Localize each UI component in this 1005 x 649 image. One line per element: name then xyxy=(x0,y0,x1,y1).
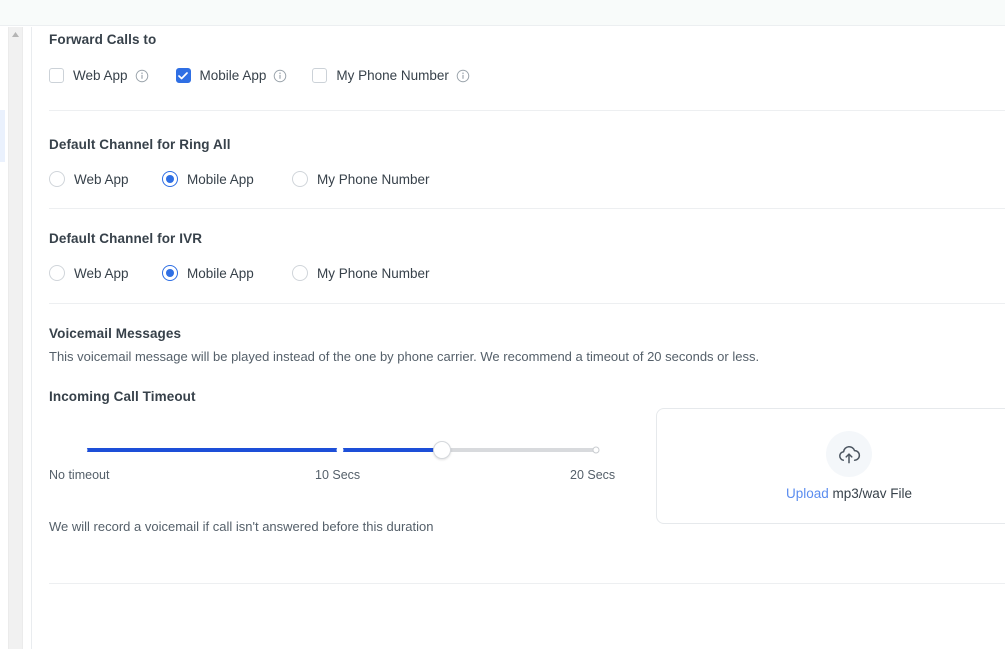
radio-option-ring-all-my-phone-number[interactable]: My Phone Number xyxy=(292,171,430,187)
slider-label-max: 20 Secs xyxy=(570,468,616,482)
slider-label-mid: 10 Secs xyxy=(315,468,361,482)
slider-mark-min[interactable] xyxy=(80,446,88,454)
checkbox-label-mobile-app: Mobile App xyxy=(199,68,267,83)
radio-label-ivr-web-app: Web App xyxy=(74,265,129,281)
section-title-ivr: Default Channel for IVR xyxy=(49,231,203,246)
section-forward-calls: Forward Calls to Web App Mobile App My P… xyxy=(49,32,470,83)
divider-2 xyxy=(49,208,1005,209)
divider-4 xyxy=(49,583,1005,584)
section-default-channel-ring-all: Default Channel for Ring All Web App Mob… xyxy=(49,137,430,187)
section-incoming-call-timeout: Incoming Call Timeout xyxy=(49,389,196,404)
radio-ivr-mobile-app[interactable] xyxy=(162,265,178,281)
radio-ring-all-web-app[interactable] xyxy=(49,171,65,187)
section-title-voicemail: Voicemail Messages xyxy=(49,326,182,341)
slider-fill xyxy=(84,448,443,452)
info-icon[interactable] xyxy=(456,69,470,83)
info-icon[interactable] xyxy=(273,69,287,83)
divider-1 xyxy=(49,110,1005,111)
checkbox-option-mobile-app[interactable]: Mobile App xyxy=(175,68,288,83)
radio-label-ring-all-my-phone-number: My Phone Number xyxy=(317,171,430,187)
voicemail-description: This voicemail message will be played in… xyxy=(49,349,760,364)
checkbox-web-app[interactable] xyxy=(49,68,64,83)
checkbox-mobile-app[interactable] xyxy=(175,68,191,83)
vertical-scrollbar[interactable] xyxy=(8,27,23,649)
upload-label: Upload mp3/wav File xyxy=(786,486,912,501)
slider-label-min: No timeout xyxy=(49,468,110,482)
slider-thumb[interactable] xyxy=(433,441,452,459)
caret-up-icon[interactable] xyxy=(9,27,22,42)
radio-ivr-my-phone-number[interactable] xyxy=(292,265,308,281)
slider-mark-max[interactable] xyxy=(592,446,600,454)
settings-panel: Forward Calls to Web App Mobile App My P… xyxy=(32,27,1005,649)
radio-ring-all-mobile-app[interactable] xyxy=(162,171,178,187)
top-strip xyxy=(0,0,1005,26)
upload-rest-text: mp3/wav File xyxy=(832,486,913,501)
radio-label-ring-all-mobile-app: Mobile App xyxy=(187,171,254,187)
left-edge-accent xyxy=(0,110,5,162)
radio-ring-all-my-phone-number[interactable] xyxy=(292,171,308,187)
info-icon[interactable] xyxy=(135,69,149,83)
section-title-incoming-call-timeout: Incoming Call Timeout xyxy=(49,389,196,404)
checkbox-label-my-phone-number: My Phone Number xyxy=(336,68,449,83)
incoming-call-timeout-footnote-wrap: We will record a voicemail if call isn't… xyxy=(49,519,433,534)
section-title-ring-all: Default Channel for Ring All xyxy=(49,137,231,152)
incoming-call-timeout-slider[interactable]: No timeout 10 Secs 20 Secs xyxy=(49,432,615,492)
cloud-upload-icon xyxy=(826,431,872,477)
divider-3 xyxy=(49,303,1005,304)
forward-calls-options: Web App Mobile App My Phone Number xyxy=(49,68,470,83)
section-voicemail-messages: Voicemail Messages This voicemail messag… xyxy=(49,326,759,364)
upload-link-text[interactable]: Upload xyxy=(786,486,829,501)
section-default-channel-ivr: Default Channel for IVR Web App Mobile A… xyxy=(49,231,430,281)
radio-option-ring-all-mobile-app[interactable]: Mobile App xyxy=(162,171,292,187)
slider-track[interactable] xyxy=(80,441,600,459)
radio-label-ivr-my-phone-number: My Phone Number xyxy=(317,265,430,281)
checkbox-label-web-app: Web App xyxy=(73,68,128,83)
checkbox-my-phone-number[interactable] xyxy=(312,68,328,83)
radio-option-ring-all-web-app[interactable]: Web App xyxy=(49,171,162,187)
radio-label-ivr-mobile-app: Mobile App xyxy=(187,265,254,281)
checkbox-option-web-app[interactable]: Web App xyxy=(49,68,149,83)
incoming-call-timeout-footnote: We will record a voicemail if call isn't… xyxy=(49,519,434,534)
section-title-forward-calls: Forward Calls to xyxy=(49,32,157,47)
radio-ivr-web-app[interactable] xyxy=(49,265,65,281)
checkbox-option-my-phone-number[interactable]: My Phone Number xyxy=(312,68,470,83)
radio-option-ivr-my-phone-number[interactable]: My Phone Number xyxy=(292,265,430,281)
radio-option-ivr-web-app[interactable]: Web App xyxy=(49,265,162,281)
ring-all-options: Web App Mobile App My Phone Number xyxy=(49,171,430,187)
ivr-options: Web App Mobile App My Phone Number xyxy=(49,265,430,281)
upload-dropzone[interactable]: Upload mp3/wav File xyxy=(656,408,1005,524)
radio-option-ivr-mobile-app[interactable]: Mobile App xyxy=(162,265,292,281)
slider-mark-mid[interactable] xyxy=(336,446,344,454)
radio-label-ring-all-web-app: Web App xyxy=(74,171,129,187)
